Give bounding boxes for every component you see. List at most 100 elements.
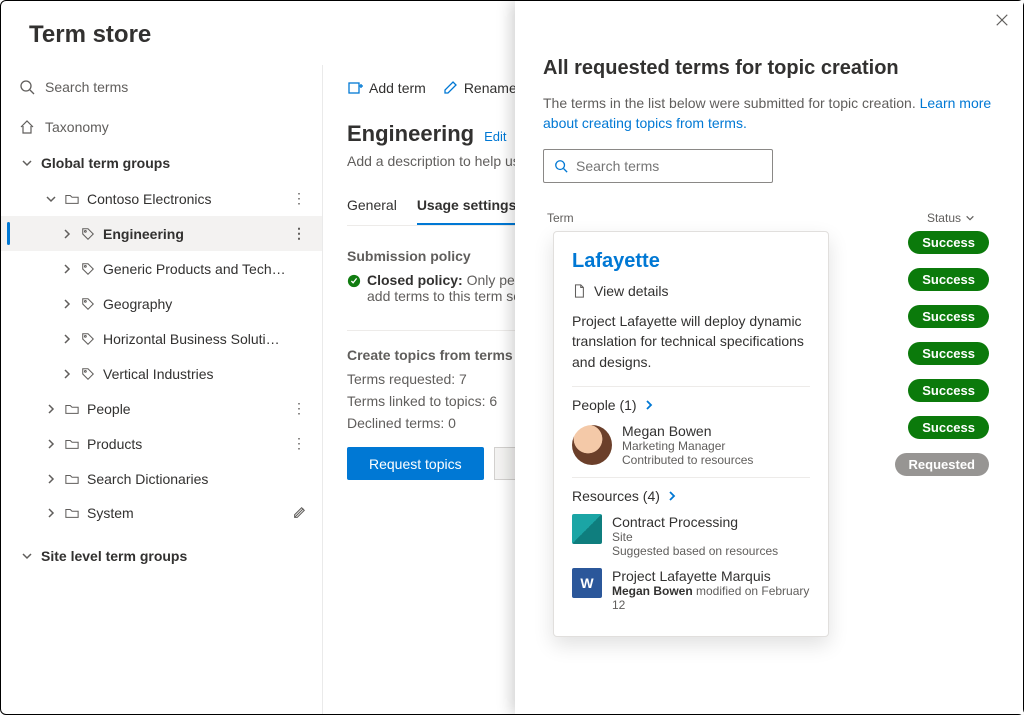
site-term-groups-header[interactable]: Site level term groups bbox=[1, 538, 322, 574]
site-group-label: Site level term groups bbox=[41, 548, 187, 564]
status-badge: Success bbox=[908, 268, 989, 291]
close-icon[interactable] bbox=[995, 13, 1009, 27]
tab-general[interactable]: General bbox=[347, 189, 397, 225]
sidebar: Search terms Taxonomy Global term groups bbox=[1, 65, 323, 714]
sidebar-taxonomy[interactable]: Taxonomy bbox=[1, 109, 322, 145]
resource-row[interactable]: Contract Processing Site Suggested based… bbox=[572, 514, 810, 558]
add-icon bbox=[347, 80, 363, 96]
tree-item-geography[interactable]: Geography ⋮ bbox=[1, 286, 322, 321]
resource-title: Contract Processing bbox=[612, 514, 778, 530]
tree-people[interactable]: People ⋮ bbox=[1, 391, 322, 426]
status-badge: Success bbox=[908, 416, 989, 439]
tree-item-vertical[interactable]: Vertical Industries ⋮ bbox=[1, 356, 322, 391]
tab-usage-settings[interactable]: Usage settings bbox=[417, 189, 517, 225]
pencil-icon bbox=[442, 80, 458, 96]
folder-icon bbox=[65, 402, 79, 416]
tree-label: Geography bbox=[103, 296, 286, 312]
chevron-down-icon bbox=[45, 193, 57, 205]
hover-title[interactable]: Lafayette bbox=[572, 250, 810, 273]
col-status[interactable]: Status bbox=[927, 211, 975, 225]
more-icon[interactable]: ⋮ bbox=[286, 225, 312, 242]
tag-icon bbox=[81, 332, 95, 346]
chevron-right-icon bbox=[45, 438, 57, 450]
home-icon bbox=[19, 119, 35, 135]
tree-contoso[interactable]: Contoso Electronics ⋮ bbox=[1, 181, 322, 216]
resource-note: Suggested based on resources bbox=[612, 544, 778, 558]
chevron-right-icon bbox=[643, 399, 655, 411]
person-note: Contributed to resources bbox=[622, 453, 753, 467]
tag-icon bbox=[81, 367, 95, 381]
tree-label: Contoso Electronics bbox=[87, 191, 286, 207]
more-icon[interactable]: ⋮ bbox=[286, 190, 312, 207]
tree-label: Horizontal Business Solutions bbox=[103, 331, 286, 347]
tree-label: Search Dictionaries bbox=[87, 471, 286, 487]
folder-icon bbox=[65, 192, 79, 206]
avatar bbox=[572, 425, 612, 465]
chevron-right-icon bbox=[61, 263, 73, 275]
term-title: Engineering bbox=[347, 121, 474, 147]
person-role: Marketing Manager bbox=[622, 439, 753, 453]
people-section-head[interactable]: People (1) bbox=[572, 397, 810, 413]
locked-icon bbox=[286, 506, 312, 520]
resources-section-head[interactable]: Resources (4) bbox=[572, 488, 810, 504]
panel-subtitle: The terms in the list below were submitt… bbox=[543, 94, 995, 133]
status-badge: Success bbox=[908, 379, 989, 402]
folder-icon bbox=[65, 506, 79, 520]
word-icon: W bbox=[572, 568, 602, 598]
global-group-label: Global term groups bbox=[41, 155, 170, 171]
chevron-right-icon bbox=[666, 490, 678, 502]
tree-item-horizontal[interactable]: Horizontal Business Solutions ⋮ bbox=[1, 321, 322, 356]
folder-icon bbox=[65, 437, 79, 451]
search-icon bbox=[19, 79, 35, 95]
site-icon bbox=[572, 514, 602, 544]
col-status-label: Status bbox=[927, 211, 961, 225]
col-term: Term bbox=[547, 211, 574, 225]
global-term-groups-header[interactable]: Global term groups bbox=[1, 145, 322, 181]
chevron-down-icon bbox=[21, 550, 33, 562]
tree-products[interactable]: Products ⋮ bbox=[1, 426, 322, 461]
tree-label: Vertical Industries bbox=[103, 366, 286, 382]
policy-bold: Closed policy: bbox=[367, 272, 463, 288]
term-hover-card: Lafayette View details Project Lafayette… bbox=[553, 231, 829, 637]
hover-description: Project Lafayette will deploy dynamic tr… bbox=[572, 311, 810, 372]
resource-title: Project Lafayette Marquis bbox=[612, 568, 810, 584]
more-icon[interactable]: ⋮ bbox=[286, 435, 312, 452]
chevron-right-icon bbox=[61, 228, 73, 240]
tree-label: People bbox=[87, 401, 286, 417]
more-icon[interactable]: ⋮ bbox=[286, 400, 312, 417]
person-name: Megan Bowen bbox=[622, 423, 753, 439]
policy-text-2: add terms to this term set. bbox=[367, 288, 529, 304]
chevron-down-icon bbox=[21, 157, 33, 169]
person-row[interactable]: Megan Bowen Marketing Manager Contribute… bbox=[572, 423, 810, 467]
tag-icon bbox=[81, 297, 95, 311]
tag-icon bbox=[81, 227, 95, 241]
tree-item-engineering[interactable]: Engineering ⋮ bbox=[1, 216, 322, 251]
resource-row[interactable]: W Project Lafayette Marquis Megan Bowen … bbox=[572, 568, 810, 612]
tree-item-generic[interactable]: Generic Products and Technol... ⋮ bbox=[1, 251, 322, 286]
chevron-right-icon bbox=[61, 368, 73, 380]
tree-label: System bbox=[87, 505, 286, 521]
panel-sub-text: The terms in the list below were submitt… bbox=[543, 95, 920, 111]
tree-label: Engineering bbox=[103, 226, 286, 242]
status-badge: Success bbox=[908, 231, 989, 254]
view-details-link[interactable]: View details bbox=[572, 283, 810, 299]
check-circle-icon bbox=[347, 274, 361, 288]
tree-search-dict[interactable]: Search Dictionaries ⋮ bbox=[1, 461, 322, 496]
add-term-button[interactable]: Add term bbox=[347, 80, 426, 96]
sidebar-search[interactable]: Search terms bbox=[1, 71, 322, 109]
edit-link[interactable]: Edit bbox=[484, 129, 506, 144]
panel-search[interactable] bbox=[543, 149, 773, 183]
document-icon bbox=[572, 284, 586, 298]
folder-icon bbox=[65, 472, 79, 486]
status-badge: Requested bbox=[895, 453, 989, 476]
tree-system[interactable]: System bbox=[1, 496, 322, 530]
tree-label: Products bbox=[87, 436, 286, 452]
resource-kind: Site bbox=[612, 530, 778, 544]
status-badge: Success bbox=[908, 342, 989, 365]
panel-search-input[interactable] bbox=[576, 158, 762, 174]
request-topics-button[interactable]: Request topics bbox=[347, 447, 484, 480]
view-details-label: View details bbox=[594, 283, 668, 299]
chevron-right-icon bbox=[61, 298, 73, 310]
resource-who: Megan Bowen bbox=[612, 584, 693, 598]
taxonomy-label: Taxonomy bbox=[45, 119, 109, 135]
